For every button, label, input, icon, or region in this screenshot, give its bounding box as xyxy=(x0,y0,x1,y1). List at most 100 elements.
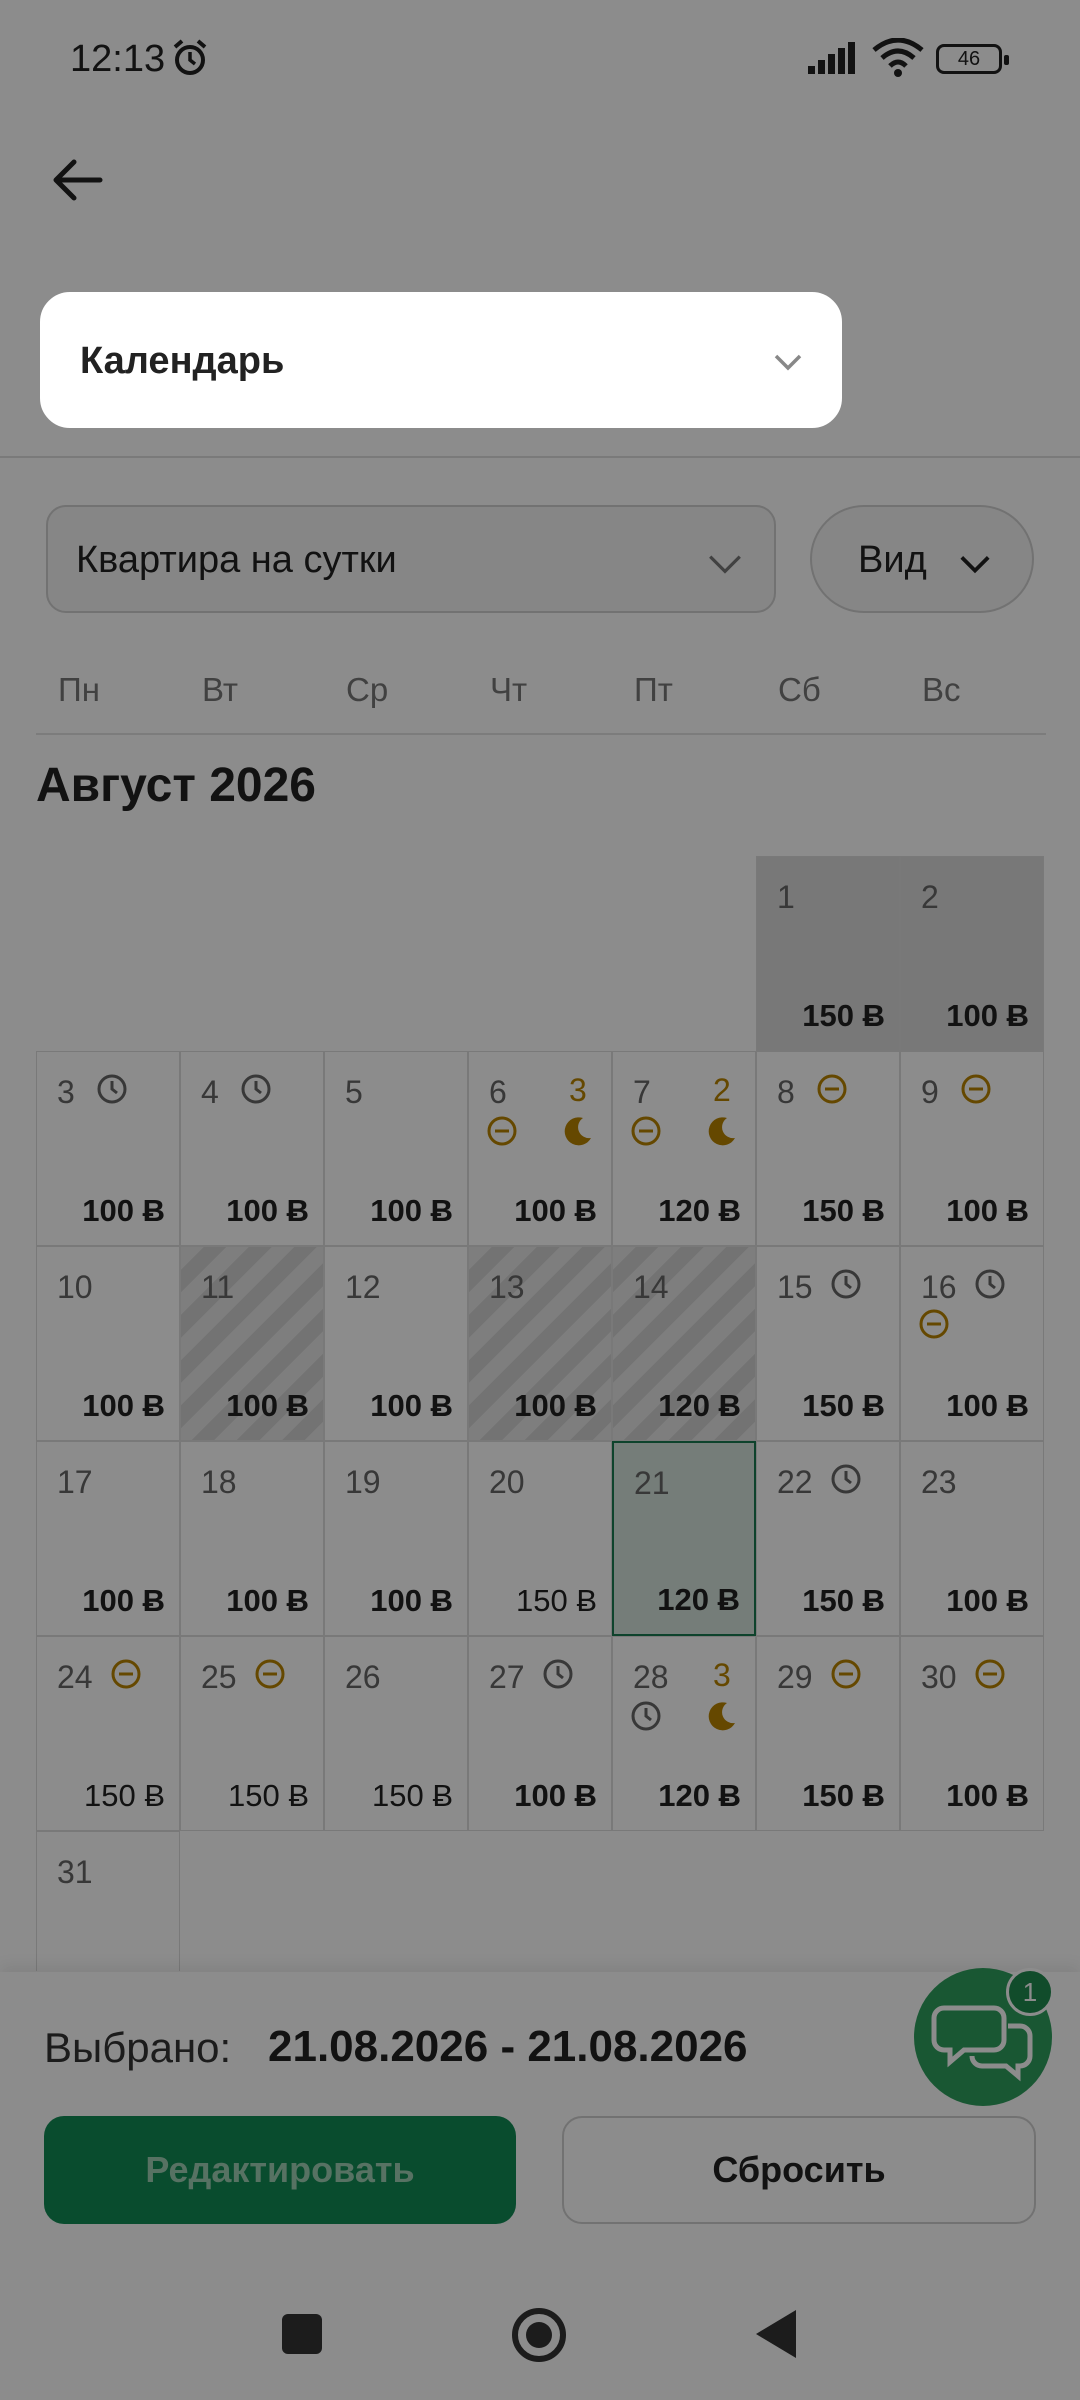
day-number: 31 xyxy=(57,1854,93,1890)
clock-icon xyxy=(831,1269,861,1299)
day-price: 120 Ƀ xyxy=(658,1193,741,1228)
selected-label: Выбрано: xyxy=(44,2024,232,2071)
day-price: 100 Ƀ xyxy=(946,998,1029,1033)
weekday-label: Ср xyxy=(346,671,389,708)
calendar-day-cell[interactable]: 7 120 Ƀ 2 xyxy=(612,1051,756,1246)
calendar-day-cell[interactable]: 28 120 Ƀ 3 xyxy=(612,1636,756,1831)
calendar-day-cell[interactable]: 13 100 Ƀ xyxy=(468,1246,612,1441)
property-select[interactable]: Квартира на сутки xyxy=(46,505,776,613)
day-number: 24 xyxy=(57,1659,93,1695)
calendar-day-cell[interactable]: 4 100 Ƀ xyxy=(180,1051,324,1246)
day-number: 17 xyxy=(57,1464,93,1500)
booking-count: 3 xyxy=(713,1657,731,1693)
calendar-day-cell[interactable]: 30 100 Ƀ xyxy=(900,1636,1044,1831)
day-number: 16 xyxy=(921,1269,957,1305)
day-number: 8 xyxy=(777,1074,795,1110)
day-price: 100 Ƀ xyxy=(82,1388,165,1423)
chevron-down-icon xyxy=(774,354,802,371)
day-price: 100 Ƀ xyxy=(82,1193,165,1228)
weekday-label: Вс xyxy=(922,671,961,708)
calendar-day-cell[interactable]: 31 xyxy=(36,1831,180,1971)
calendar-day-cell[interactable]: 29 150 Ƀ xyxy=(756,1636,900,1831)
clock-icon xyxy=(543,1659,573,1689)
calendar-day-cell[interactable]: 5 100 Ƀ xyxy=(324,1051,468,1246)
recents-icon[interactable] xyxy=(282,2314,322,2354)
selected-range: 21.08.2026 - 21.08.2026 xyxy=(268,2022,748,2071)
day-number: 13 xyxy=(489,1269,525,1305)
calendar-day-cell[interactable]: 1 150 Ƀ xyxy=(756,856,900,1051)
booking-count: 3 xyxy=(569,1072,587,1108)
home-icon[interactable] xyxy=(512,2308,566,2362)
reset-button[interactable]: Сбросить xyxy=(562,2116,1036,2224)
chat-button[interactable]: 1 xyxy=(914,1968,1054,2106)
calendar-day-cell[interactable]: 15 150 Ƀ xyxy=(756,1246,900,1441)
day-number: 22 xyxy=(777,1464,813,1500)
moon-icon xyxy=(708,1117,735,1146)
calendar-day-cell[interactable]: 23 100 Ƀ xyxy=(900,1441,1044,1636)
calendar-day-cell[interactable]: 12 100 Ƀ xyxy=(324,1246,468,1441)
day-price: 150 Ƀ xyxy=(802,1583,885,1618)
calendar-day-cell[interactable]: 10 100 Ƀ xyxy=(36,1246,180,1441)
calendar-day-cell[interactable]: 20 150 Ƀ xyxy=(468,1441,612,1636)
calendar-day-cell[interactable]: 26 150 Ƀ xyxy=(324,1636,468,1831)
day-price: 100 Ƀ xyxy=(370,1388,453,1423)
calendar-day-cell[interactable]: 9 100 Ƀ xyxy=(900,1051,1044,1246)
day-price: 150 Ƀ xyxy=(83,1778,165,1813)
day-number: 21 xyxy=(634,1465,670,1501)
day-price: 100 Ƀ xyxy=(946,1388,1029,1423)
day-number: 6 xyxy=(489,1074,507,1110)
weekday-label: Вт xyxy=(202,671,239,708)
calendar-day-cell[interactable]: 22 150 Ƀ xyxy=(756,1441,900,1636)
calendar-day-cell[interactable]: 8 150 Ƀ xyxy=(756,1051,900,1246)
day-number: 30 xyxy=(921,1659,957,1695)
day-number: 20 xyxy=(489,1464,525,1500)
day-price: 150 Ƀ xyxy=(802,998,885,1033)
clock-icon xyxy=(975,1269,1005,1299)
calendar-day-cell[interactable]: 24 150 Ƀ xyxy=(36,1636,180,1831)
chevron-down-icon xyxy=(709,555,741,574)
chevron-down-icon xyxy=(960,556,990,574)
nav-back-icon[interactable] xyxy=(756,2310,796,2358)
clock-icon xyxy=(97,1074,127,1104)
calendar-day-cell[interactable]: 2 100 Ƀ xyxy=(900,856,1044,1051)
calendar-day-cell[interactable]: 3 100 Ƀ xyxy=(36,1051,180,1246)
day-price: 100 Ƀ xyxy=(82,1583,165,1618)
calendar-day-cell[interactable]: 11 100 Ƀ xyxy=(180,1246,324,1441)
edit-button[interactable]: Редактировать xyxy=(44,2116,516,2224)
day-number: 2 xyxy=(921,879,939,915)
view-button[interactable]: Вид xyxy=(810,505,1034,613)
weekday-label: Пт xyxy=(634,671,673,708)
cell-signal-icon xyxy=(808,42,855,74)
blocked-icon xyxy=(817,1074,847,1104)
highlight-label: Календарь xyxy=(80,340,285,382)
day-price: 100 Ƀ xyxy=(514,1778,597,1813)
header-divider xyxy=(0,456,1080,458)
calendar-day-cell[interactable]: 17 100 Ƀ xyxy=(36,1441,180,1636)
calendar-day-cell[interactable]: 21 120 Ƀ xyxy=(612,1441,756,1636)
wifi-icon xyxy=(872,38,924,77)
day-price: 150 Ƀ xyxy=(802,1388,885,1423)
page-select-highlight[interactable]: Календарь xyxy=(40,292,842,428)
day-number: 7 xyxy=(633,1074,651,1110)
day-price: 100 Ƀ xyxy=(946,1583,1029,1618)
day-price: 150 Ƀ xyxy=(802,1193,885,1228)
blocked-icon xyxy=(111,1659,141,1689)
clock-icon xyxy=(631,1701,661,1731)
calendar-day-cell[interactable]: 14 120 Ƀ xyxy=(612,1246,756,1441)
calendar-day-cell[interactable]: 19 100 Ƀ xyxy=(324,1441,468,1636)
day-number: 27 xyxy=(489,1659,525,1695)
calendar-day-cell[interactable]: 16 100 Ƀ xyxy=(900,1246,1044,1441)
day-price: 100 Ƀ xyxy=(226,1583,309,1618)
blocked-icon xyxy=(975,1659,1005,1689)
day-price: 100 Ƀ xyxy=(226,1193,309,1228)
calendar-day-cell[interactable]: 18 100 Ƀ xyxy=(180,1441,324,1636)
blocked-icon xyxy=(961,1074,991,1104)
calendar-day-cell[interactable]: 6 100 Ƀ 3 xyxy=(468,1051,612,1246)
calendar-day-cell[interactable]: 27 100 Ƀ xyxy=(468,1636,612,1831)
day-price: 100 Ƀ xyxy=(370,1583,453,1618)
weekday-label: Чт xyxy=(490,671,528,708)
calendar-day-cell[interactable]: 25 150 Ƀ xyxy=(180,1636,324,1831)
day-price: 100 Ƀ xyxy=(226,1388,309,1423)
back-arrow-icon[interactable] xyxy=(46,148,110,212)
day-number: 9 xyxy=(921,1074,939,1110)
